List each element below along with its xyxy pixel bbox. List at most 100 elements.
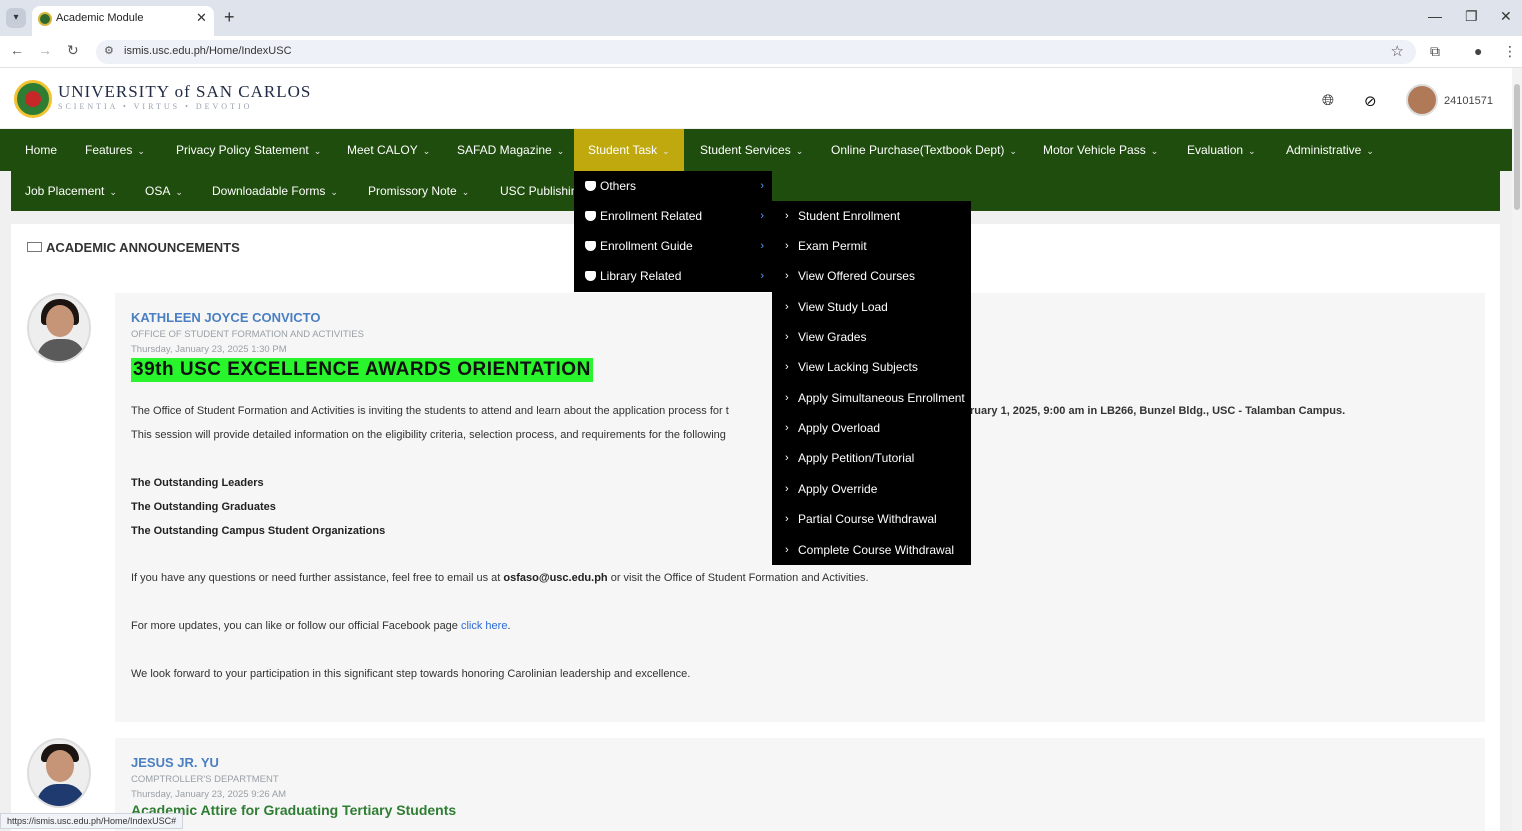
chevron-right-icon: › [760, 240, 764, 252]
chevron-right-icon: › [785, 301, 789, 313]
award-item: The Outstanding Campus Student Organizat… [131, 525, 386, 537]
menu-item-library-related[interactable]: Library Related › [574, 261, 772, 291]
submenu-apply-simultaneous-enrollment[interactable]: › Apply Simultaneous Enrollment [772, 383, 971, 413]
main-content: ACADEMIC ANNOUNCEMENTS KATHLEEN JOYCE CO… [11, 224, 1500, 831]
site-header: UNIVERSITY of SAN CARLOS SCIENTIA • VIRT… [0, 68, 1512, 128]
newspaper-icon [27, 242, 42, 252]
forward-icon[interactable]: → [38, 42, 52, 58]
nav-motor-vehicle-pass[interactable]: Motor Vehicle Pass ⌄ [1043, 129, 1158, 171]
chevron-down-icon: ⌄ [1150, 146, 1159, 156]
menu-item-enrollment-guide[interactable]: Enrollment Guide › [574, 231, 772, 261]
submenu-view-study-load[interactable]: › View Study Load [772, 292, 971, 322]
user-avatar[interactable] [1406, 84, 1438, 116]
nav-promissory-note[interactable]: Promissory Note ⌄ [368, 171, 469, 211]
nav-administrative[interactable]: Administrative ⌄ [1286, 129, 1374, 171]
university-motto: SCIENTIA • VIRTUS • DEVOTIO [58, 102, 253, 111]
bookmark-star-icon[interactable]: ☆ [1391, 42, 1404, 60]
restore-icon[interactable]: ❐ [1465, 8, 1478, 25]
post-paragraph-1-start: The Office of Student Formation and Acti… [131, 405, 729, 417]
browser-tab-active[interactable]: Academic Module ✕ [32, 6, 214, 36]
shield-icon [585, 241, 596, 251]
new-tab-button[interactable]: + [224, 7, 235, 28]
enrollment-related-submenu: › Student Enrollment › Exam Permit › View O… [772, 201, 971, 565]
browser-menu-icon[interactable]: ⋮ [1503, 43, 1517, 60]
nav-student-services[interactable]: Student Services ⌄ [700, 129, 803, 171]
chevron-down-icon: ⌄ [662, 146, 670, 156]
university-name[interactable]: UNIVERSITY of SAN CARLOS [58, 82, 311, 102]
author-department: OFFICE OF STUDENT FORMATION AND ACTIVITI… [131, 329, 364, 340]
submenu-view-offered-courses[interactable]: › View Offered Courses [772, 261, 971, 291]
chevron-down-icon: ⌄ [1248, 146, 1256, 156]
post-headline: 39th USC EXCELLENCE AWARDS ORIENTATION [131, 358, 593, 382]
window-close-icon[interactable]: ✕ [1500, 8, 1512, 25]
section-title: ACADEMIC ANNOUNCEMENTS [27, 240, 240, 255]
nav-features[interactable]: Features ⌄ [85, 129, 145, 171]
chevron-down-icon: ⌄ [1366, 146, 1374, 156]
reload-icon[interactable]: ↻ [67, 42, 79, 59]
minimize-icon[interactable]: — [1428, 8, 1442, 24]
browser-toolbar: ← → ↻ ⚙ ismis.usc.edu.ph/Home/IndexUSC ☆… [0, 36, 1522, 68]
submenu-view-grades[interactable]: › View Grades [772, 322, 971, 352]
nav-osa[interactable]: OSA ⌄ [145, 171, 183, 211]
menu-item-others[interactable]: Others › [574, 171, 772, 201]
contact-email[interactable]: osfaso@usc.edu.ph [503, 572, 607, 584]
nav-downloadable-forms[interactable]: Downloadable Forms ⌄ [212, 171, 338, 211]
chevron-right-icon: › [785, 422, 789, 434]
link-status-bar: https://ismis.usc.edu.ph/Home/IndexUSC# [0, 813, 184, 829]
tab-list-button[interactable]: ▾ [6, 8, 26, 28]
submenu-complete-course-withdrawal[interactable]: › Complete Course Withdrawal [772, 535, 971, 565]
chevron-down-icon: ⌄ [109, 187, 117, 197]
submenu-apply-petition-tutorial[interactable]: › Apply Petition/Tutorial [772, 443, 971, 473]
profile-icon[interactable]: ● [1474, 43, 1482, 59]
submenu-apply-override[interactable]: › Apply Override [772, 474, 971, 504]
post-paragraph-4: For more updates, you can like or follow… [131, 620, 511, 632]
award-item: The Outstanding Leaders [131, 477, 264, 489]
chevron-down-icon: ⌄ [313, 146, 322, 156]
nav-privacy-policy[interactable]: Privacy Policy Statement ⌄ [176, 129, 321, 171]
submenu-student-enrollment[interactable]: › Student Enrollment [772, 201, 971, 231]
user-id[interactable]: 24101571 [1444, 95, 1493, 107]
chevron-down-icon: ⌄ [461, 187, 470, 197]
chevron-down-icon: ⌄ [422, 146, 431, 156]
block-icon[interactable]: ⊘ [1364, 92, 1377, 110]
facebook-link[interactable]: click here [461, 620, 507, 632]
close-tab-icon[interactable]: ✕ [196, 10, 207, 26]
nav-online-purchase[interactable]: Online Purchase(Textbook Dept) ⌄ [831, 129, 1017, 171]
chevron-right-icon: › [785, 270, 789, 282]
chevron-right-icon: › [760, 180, 764, 192]
scrollbar-thumb[interactable] [1514, 84, 1520, 210]
chevron-right-icon: › [785, 392, 789, 404]
submenu-view-lacking-subjects[interactable]: › View Lacking Subjects [772, 352, 971, 382]
submenu-apply-overload[interactable]: › Apply Overload [772, 413, 971, 443]
back-icon[interactable]: ← [10, 42, 24, 58]
chevron-down-icon: ⌄ [1009, 146, 1017, 156]
nav-student-task[interactable]: Student Task ⌄ [574, 129, 684, 171]
nav-meet-caloy[interactable]: Meet CALOY ⌄ [347, 129, 430, 171]
shield-icon [585, 181, 596, 191]
nav-job-placement[interactable]: Job Placement ⌄ [25, 171, 117, 211]
chevron-right-icon: › [785, 513, 789, 525]
site-info-icon[interactable]: ⚙ [104, 44, 114, 57]
chevron-right-icon: › [785, 331, 789, 343]
author-name[interactable]: JESUS JR. YU [131, 755, 219, 770]
submenu-exam-permit[interactable]: › Exam Permit [772, 231, 971, 261]
address-bar[interactable]: ⚙ ismis.usc.edu.ph/Home/IndexUSC ☆ [96, 40, 1416, 64]
post-paragraph-3: If you have any questions or need furthe… [131, 572, 869, 584]
usc-seal-logo[interactable] [14, 80, 52, 118]
nav-safad-magazine[interactable]: SAFAD Magazine ⌄ [457, 129, 564, 171]
submenu-partial-course-withdrawal[interactable]: › Partial Course Withdrawal [772, 504, 971, 534]
chevron-right-icon: › [760, 210, 764, 222]
post-paragraph-5: We look forward to your participation in… [131, 668, 691, 680]
menu-item-enrollment-related[interactable]: Enrollment Related › [574, 201, 772, 231]
tab-title: Academic Module [56, 12, 144, 24]
page-scrollbar[interactable] [1512, 68, 1522, 831]
globe-icon[interactable]: 🌐︎ [1322, 92, 1334, 109]
author-photo [27, 293, 91, 363]
browser-tabbar: ▾ Academic Module ✕ + — ❐ ✕ [0, 0, 1522, 36]
url-text[interactable]: ismis.usc.edu.ph/Home/IndexUSC [124, 45, 292, 57]
author-name[interactable]: KATHLEEN JOYCE CONVICTO [131, 310, 320, 325]
nav-evaluation[interactable]: Evaluation ⌄ [1187, 129, 1256, 171]
nav-home[interactable]: Home [25, 129, 57, 171]
extensions-icon[interactable]: ⧉ [1430, 43, 1440, 60]
nav-usc-publishing[interactable]: USC Publishing [500, 171, 584, 211]
